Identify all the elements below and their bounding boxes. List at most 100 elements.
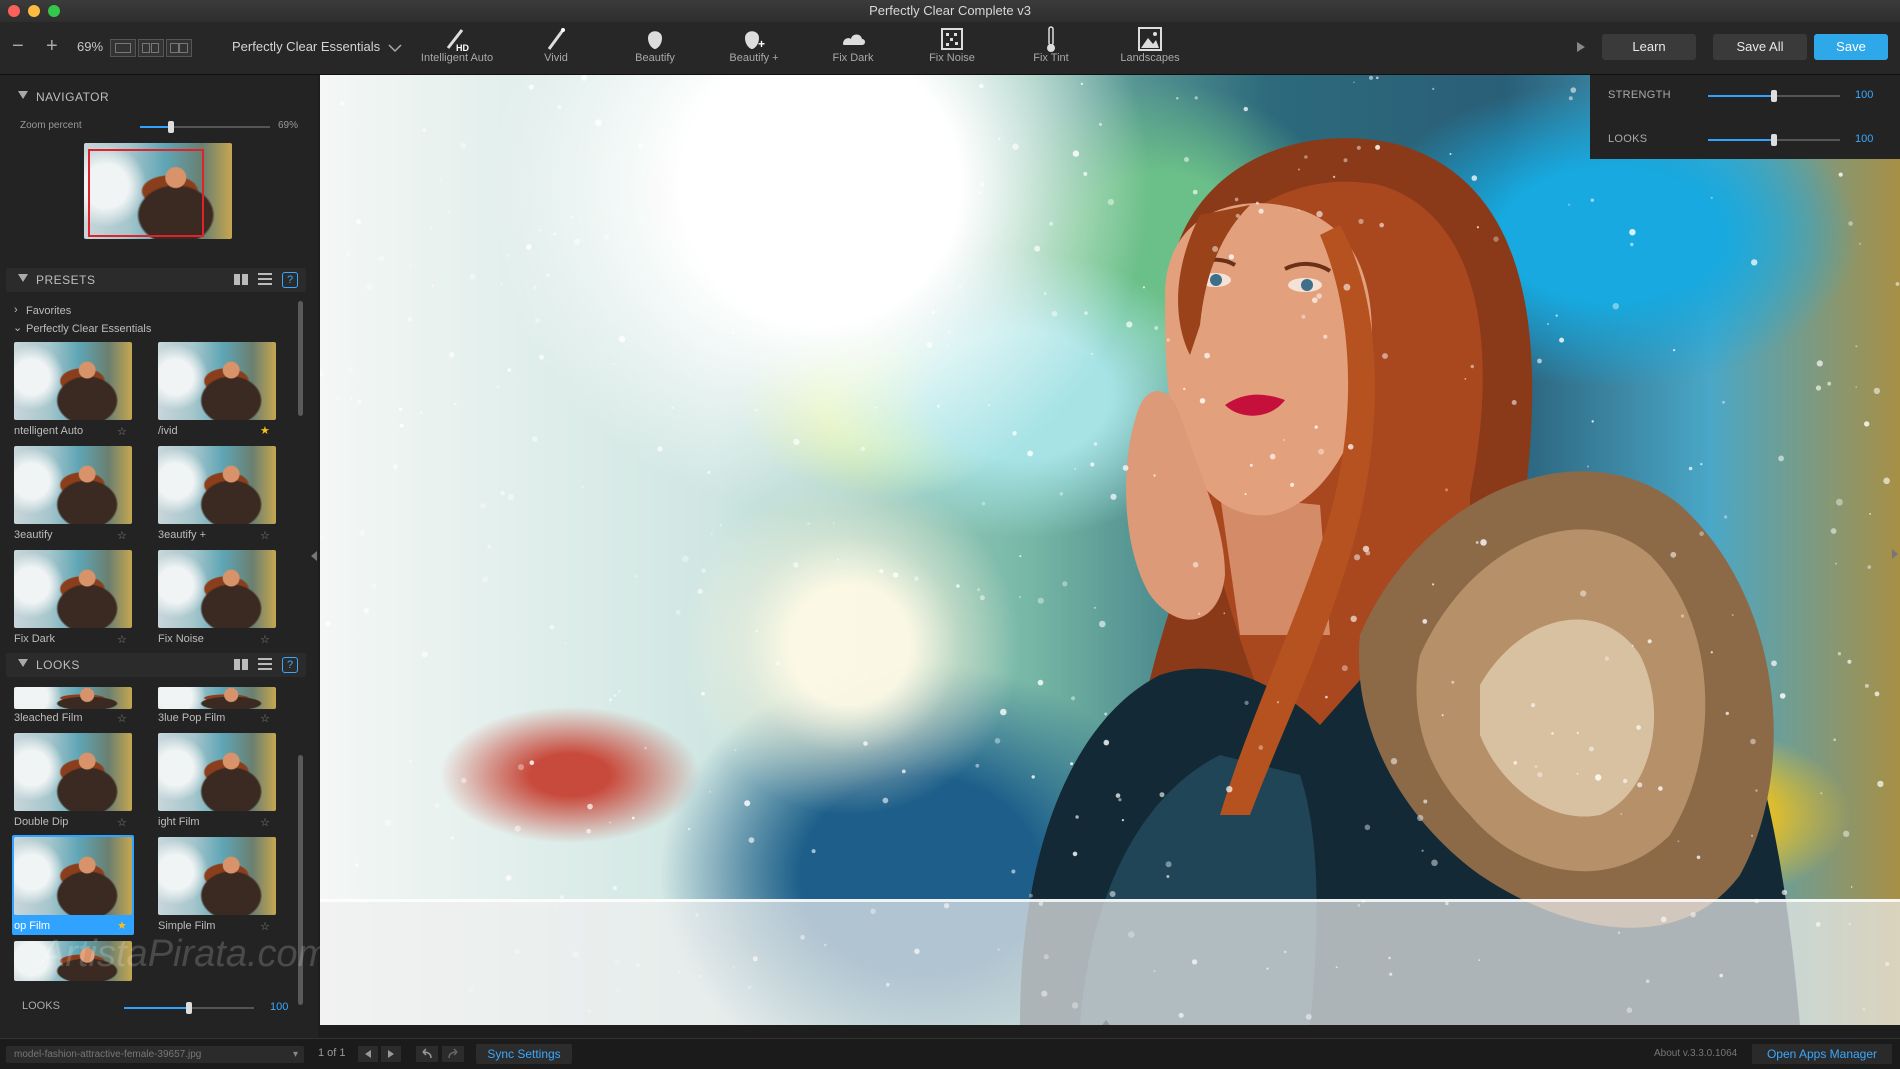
presets-header[interactable]: PRESETS ? bbox=[6, 268, 306, 292]
star-filled-icon[interactable]: ★ bbox=[117, 919, 127, 932]
snowflake bbox=[1895, 282, 1900, 286]
snowflake bbox=[901, 769, 906, 774]
navigator-header[interactable]: NAVIGATOR bbox=[6, 85, 306, 109]
snowflake bbox=[1037, 679, 1044, 686]
split-view-button[interactable] bbox=[138, 39, 164, 57]
snowflake bbox=[1093, 606, 1096, 609]
looks-strength-slider[interactable] bbox=[1708, 134, 1840, 146]
strength-slider-knob[interactable] bbox=[1771, 90, 1777, 102]
looks-strength-slider-knob[interactable] bbox=[1771, 134, 1777, 146]
snowflake bbox=[460, 142, 467, 149]
snowflake bbox=[863, 741, 868, 746]
look-thumb[interactable] bbox=[158, 733, 276, 811]
save-button[interactable]: Save bbox=[1814, 34, 1888, 60]
image-canvas[interactable] bbox=[320, 75, 1900, 1025]
star-icon[interactable]: ☆ bbox=[117, 712, 127, 725]
snowflake bbox=[697, 588, 703, 595]
snowflake bbox=[1864, 683, 1869, 688]
strength-slider[interactable] bbox=[1708, 90, 1840, 102]
tool-fix-dark[interactable]: Fix Dark bbox=[805, 22, 901, 74]
star-icon[interactable]: ☆ bbox=[117, 529, 127, 542]
side-by-side-view-button[interactable] bbox=[166, 39, 192, 57]
looks-slider-knob[interactable] bbox=[186, 1002, 192, 1014]
collapse-right-panel-icon[interactable] bbox=[1892, 548, 1898, 562]
zoom-in-button[interactable]: + bbox=[46, 36, 58, 56]
snowflake bbox=[496, 385, 500, 388]
tool-beautify[interactable]: Beautify bbox=[607, 22, 703, 74]
star-icon[interactable]: ☆ bbox=[260, 920, 270, 933]
save-all-button[interactable]: Save All bbox=[1713, 34, 1807, 60]
chevron-down-icon[interactable] bbox=[388, 42, 402, 56]
list-view-icon[interactable] bbox=[258, 273, 272, 285]
snowflake bbox=[1820, 792, 1823, 795]
undo-icon[interactable] bbox=[416, 1046, 438, 1062]
looks-slider[interactable] bbox=[124, 1002, 254, 1014]
grid-view-icon[interactable] bbox=[234, 274, 248, 285]
chevron-right-icon[interactable]: › bbox=[14, 304, 18, 316]
help-icon[interactable]: ? bbox=[282, 272, 298, 288]
star-icon[interactable]: ☆ bbox=[117, 633, 127, 646]
look-thumb[interactable] bbox=[14, 687, 132, 709]
grid-view-icon[interactable] bbox=[234, 659, 248, 670]
snowflake bbox=[399, 423, 404, 428]
tool-fix-tint[interactable]: Fix Tint bbox=[1003, 22, 1099, 74]
collapse-left-panel-icon[interactable] bbox=[311, 550, 317, 564]
redo-icon[interactable] bbox=[442, 1046, 464, 1062]
preset-thumb[interactable] bbox=[14, 550, 132, 628]
snowflake bbox=[882, 797, 889, 804]
preset-dropdown[interactable]: Perfectly Clear Essentials bbox=[232, 39, 380, 54]
navigator-preview[interactable] bbox=[84, 143, 232, 239]
sync-settings-button[interactable]: Sync Settings bbox=[476, 1044, 572, 1064]
tool-beautify-plus[interactable]: + Beautify + bbox=[706, 22, 802, 74]
star-icon[interactable]: ☆ bbox=[260, 816, 270, 829]
learn-button[interactable]: Learn bbox=[1602, 34, 1696, 60]
snowflake bbox=[1074, 468, 1077, 470]
navigator-viewport-rect[interactable] bbox=[88, 149, 204, 237]
look-thumb[interactable] bbox=[14, 733, 132, 811]
tool-landscapes[interactable]: Landscapes bbox=[1102, 22, 1198, 74]
look-thumb[interactable] bbox=[158, 837, 276, 915]
help-icon[interactable]: ? bbox=[282, 657, 298, 673]
star-icon[interactable]: ☆ bbox=[260, 712, 270, 725]
about-version[interactable]: About v.3.3.0.1064 bbox=[1654, 1048, 1737, 1059]
snowflake bbox=[1874, 691, 1880, 697]
next-image-button[interactable] bbox=[381, 1046, 401, 1062]
looks-slider-label: LOOKS bbox=[22, 1000, 60, 1012]
snowflake bbox=[1258, 745, 1264, 750]
zoom-slider[interactable] bbox=[140, 121, 270, 133]
file-select[interactable]: model-fashion-attractive-female-39657.jp… bbox=[6, 1046, 304, 1063]
look-thumb-selected[interactable] bbox=[14, 837, 132, 915]
preset-thumb[interactable] bbox=[158, 342, 276, 420]
right-panel: STRENGTH 100 LOOKS 100 bbox=[1590, 75, 1900, 159]
star-icon[interactable]: ☆ bbox=[260, 529, 270, 542]
snowflake bbox=[1204, 352, 1210, 359]
prev-image-button[interactable] bbox=[358, 1046, 378, 1062]
tree-item-favorites[interactable]: Favorites bbox=[26, 305, 71, 317]
look-thumb[interactable] bbox=[158, 687, 276, 709]
preset-thumb[interactable] bbox=[158, 550, 276, 628]
star-icon[interactable]: ☆ bbox=[260, 633, 270, 646]
star-filled-icon[interactable]: ★ bbox=[260, 424, 270, 437]
tool-fix-noise[interactable]: Fix Noise bbox=[904, 22, 1000, 74]
single-view-button[interactable] bbox=[110, 39, 136, 57]
snowflake bbox=[439, 177, 442, 181]
tool-vivid[interactable]: Vivid bbox=[508, 22, 604, 74]
tool-intelligent-auto[interactable]: HD Intelligent Auto bbox=[409, 22, 505, 74]
open-apps-manager-button[interactable]: Open Apps Manager bbox=[1752, 1044, 1892, 1064]
star-icon[interactable]: ☆ bbox=[117, 816, 127, 829]
looks-header[interactable]: LOOKS ? bbox=[6, 653, 306, 677]
zoom-out-button[interactable]: − bbox=[12, 36, 24, 56]
preset-thumb[interactable] bbox=[158, 446, 276, 524]
preset-thumb[interactable] bbox=[14, 342, 132, 420]
preset-thumb[interactable] bbox=[14, 446, 132, 524]
snowflake bbox=[1710, 651, 1714, 654]
presets-scrollbar[interactable] bbox=[298, 301, 303, 416]
list-view-icon[interactable] bbox=[258, 658, 272, 670]
snowflake bbox=[1255, 201, 1259, 205]
chevron-down-icon[interactable]: ⌄ bbox=[13, 321, 22, 334]
chevron-up-icon[interactable] bbox=[1100, 1017, 1112, 1025]
star-icon[interactable]: ☆ bbox=[117, 425, 127, 438]
tree-item-group[interactable]: Perfectly Clear Essentials bbox=[26, 323, 151, 335]
zoom-slider-knob[interactable] bbox=[168, 121, 175, 133]
toolbar-scroll-right-icon[interactable] bbox=[1576, 41, 1586, 56]
